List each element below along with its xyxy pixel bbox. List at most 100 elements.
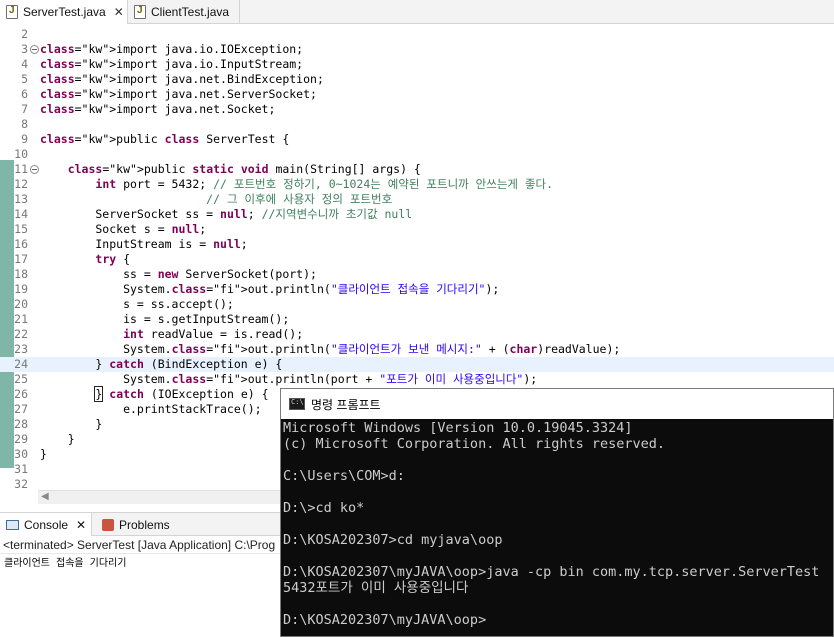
cmd-output[interactable]: Microsoft Windows [Version 10.0.19045.33… xyxy=(283,420,833,636)
line-number: 5 xyxy=(21,72,28,86)
line-number: 27 xyxy=(14,402,28,416)
code-line[interactable]: 10 xyxy=(0,147,834,162)
code-line[interactable]: 9 class="kw">public class ServerTest { xyxy=(0,132,834,147)
code-text: int readValue = is.read(); xyxy=(123,327,304,341)
line-number: 25 xyxy=(14,372,28,386)
cmd-line: Microsoft Windows [Version 10.0.19045.33… xyxy=(283,420,633,436)
code-line[interactable]: 16 InputStream is = null; xyxy=(0,237,834,252)
horizontal-scrollbar[interactable]: ◀ xyxy=(38,490,280,504)
code-line[interactable]: 19 System.class="fi">out.println("클라이언트 … xyxy=(0,282,834,297)
cmd-line: D:\>cd ko* xyxy=(283,500,365,516)
code-line[interactable]: 4 class="kw">import java.io.InputStream; xyxy=(0,57,834,72)
tab-servertest[interactable]: ServerTest.java ✕ xyxy=(0,0,128,24)
code-line[interactable]: 3 class="kw">import java.io.IOException; xyxy=(0,42,834,57)
code-line[interactable]: 25 System.class="fi">out.println(port + … xyxy=(0,372,834,387)
code-text: is = s.getInputStream(); xyxy=(40,312,290,326)
code-text: Socket s = null; xyxy=(40,222,207,236)
code-line[interactable]: 7 class="kw">import java.net.Socket; xyxy=(0,102,834,117)
code-text: } xyxy=(40,447,47,461)
cmd-line: 5432포트가 이미 사용중입니다 xyxy=(283,580,469,596)
code-text: InputStream is = null; xyxy=(40,237,248,251)
code-line[interactable]: 18 ss = new ServerSocket(port); xyxy=(0,267,834,282)
close-icon[interactable]: ✕ xyxy=(114,5,124,19)
line-number: 26 xyxy=(14,387,28,401)
code-line[interactable]: 13 // 그 이후에 사용자 정의 포트번호 xyxy=(0,192,834,207)
java-file-icon xyxy=(134,5,146,19)
code-text: } xyxy=(40,432,75,446)
view-tab-bar: Console ✕ Problems xyxy=(0,512,280,536)
code-line[interactable]: 2 xyxy=(0,27,834,42)
line-number: 9 xyxy=(21,132,28,146)
line-number: 29 xyxy=(14,432,28,446)
cmd-icon xyxy=(289,398,305,410)
code-line[interactable]: 12 int port = 5432; // 포트번호 정하기, 0~1024는… xyxy=(0,177,834,192)
close-icon[interactable]: ✕ xyxy=(76,518,86,532)
cmd-title-bar[interactable]: 명령 프롬프트 xyxy=(281,389,833,419)
fold-toggle-icon[interactable] xyxy=(30,165,39,174)
code-line[interactable]: 24 } catch (BindException e) { xyxy=(0,357,834,372)
code-line[interactable]: 14 ServerSocket ss = null; //지역변수니까 초기값 … xyxy=(0,207,834,222)
editor-tab-bar: ServerTest.java ✕ ClientTest.java xyxy=(0,0,834,24)
line-number: 28 xyxy=(14,417,28,431)
code-text: class="kw">public static void main(Strin… xyxy=(67,162,421,176)
line-number: 14 xyxy=(14,207,28,221)
tab-label: ClientTest.java xyxy=(151,5,230,19)
command-prompt-window[interactable]: 명령 프롬프트 Microsoft Windows [Version 10.0.… xyxy=(280,388,834,637)
line-number: 19 xyxy=(14,282,28,296)
code-text: ss = new ServerSocket(port); xyxy=(40,267,317,281)
line-number: 23 xyxy=(14,342,28,356)
code-text: // 그 이후에 사용자 정의 포트번호 xyxy=(206,192,393,206)
line-number: 17 xyxy=(14,252,28,266)
code-text: int port = 5432; // 포트번호 정하기, 0~1024는 예약… xyxy=(95,177,553,191)
cmd-line xyxy=(283,452,833,468)
fold-toggle-icon[interactable] xyxy=(30,45,39,54)
cmd-line xyxy=(283,484,833,500)
line-number: 22 xyxy=(14,327,28,341)
cmd-line: D:\KOSA202307\myJAVA\oop>java -cp bin co… xyxy=(283,564,820,580)
line-number: 24 xyxy=(14,357,28,371)
code-line[interactable]: 20 s = ss.accept(); xyxy=(0,297,834,312)
tab-clienttest[interactable]: ClientTest.java xyxy=(128,0,240,24)
code-text: class="kw">import java.net.BindException… xyxy=(40,72,324,86)
code-text: } xyxy=(40,417,103,431)
tab-console[interactable]: Console ✕ xyxy=(0,513,92,536)
line-number: 16 xyxy=(14,237,28,251)
tab-problems[interactable]: Problems xyxy=(98,513,170,536)
line-number: 31 xyxy=(14,462,28,476)
line-number: 12 xyxy=(14,177,28,191)
code-line[interactable]: 15 Socket s = null; xyxy=(0,222,834,237)
line-number: 8 xyxy=(21,117,28,131)
code-text: System.class="fi">out.println("클라이언트 접속을… xyxy=(40,282,500,296)
code-text: e.printStackTrace(); xyxy=(40,402,262,416)
line-number: 15 xyxy=(14,222,28,236)
cmd-line: D:\KOSA202307>cd myjava\oop xyxy=(283,532,503,548)
cmd-line: D:\KOSA202307\myJAVA\oop> xyxy=(283,612,487,628)
cmd-line xyxy=(283,516,833,532)
cmd-line xyxy=(283,548,833,564)
line-number: 2 xyxy=(21,27,28,41)
line-number: 3 xyxy=(21,42,28,56)
code-line[interactable]: 22 int readValue = is.read(); xyxy=(0,327,834,342)
code-line[interactable]: 8 xyxy=(0,117,834,132)
code-line[interactable]: 23 System.class="fi">out.println("클라이언트가… xyxy=(0,342,834,357)
code-line[interactable]: 5 class="kw">import java.net.BindExceptio… xyxy=(0,72,834,87)
code-text: try { xyxy=(95,252,131,266)
cmd-line: (c) Microsoft Corporation. All rights re… xyxy=(283,436,666,452)
tab-label: ServerTest.java xyxy=(23,5,106,19)
scroll-left-icon[interactable]: ◀ xyxy=(41,491,49,502)
code-text: ServerSocket ss = null; //지역변수니까 초기값 nul… xyxy=(40,207,413,221)
console-output[interactable]: 클라이언트 접속을 기다리기 xyxy=(0,553,280,637)
java-file-icon xyxy=(6,5,18,19)
cmd-title: 명령 프롬프트 xyxy=(311,397,381,412)
code-line[interactable]: 21 is = s.getInputStream(); xyxy=(0,312,834,327)
tab-console-label: Console xyxy=(24,517,69,532)
code-line[interactable]: 17 try { xyxy=(0,252,834,267)
code-line[interactable]: 6 class="kw">import java.net.ServerSocket… xyxy=(0,87,834,102)
cmd-line: C:\Users\COM>d: xyxy=(283,468,405,484)
line-number: 18 xyxy=(14,267,28,281)
console-line: 클라이언트 접속을 기다리기 xyxy=(4,558,127,569)
code-text: class="kw">import java.io.IOException; xyxy=(40,42,304,56)
line-number: 32 xyxy=(14,477,28,491)
code-line[interactable]: 11 class="kw">public static void main(St… xyxy=(0,162,834,177)
line-number: 10 xyxy=(14,147,28,161)
